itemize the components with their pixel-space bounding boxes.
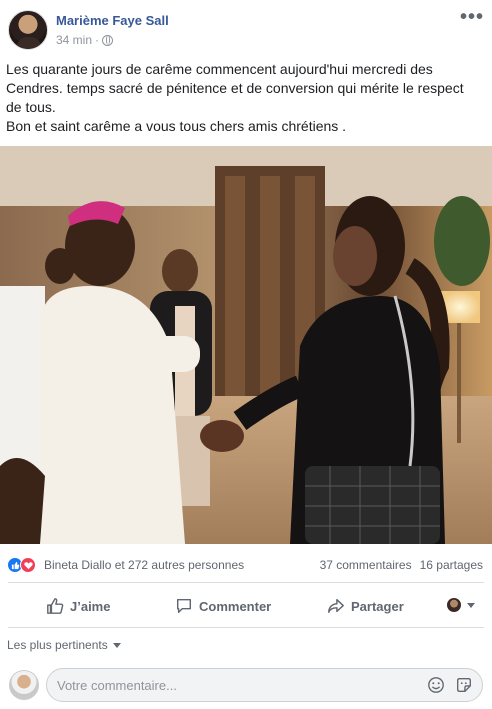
post-stats: Bineta Diallo et 272 autres personnes 37…	[0, 552, 492, 576]
reactions-summary[interactable]: Bineta Diallo et 272 autres personnes	[44, 558, 244, 572]
like-button[interactable]: J’aime	[46, 586, 110, 626]
thumbs-up-icon	[47, 598, 64, 614]
divider	[8, 627, 484, 628]
post-time[interactable]: 34 min	[56, 33, 92, 47]
divider	[8, 582, 484, 583]
share-as-selector[interactable]	[447, 598, 475, 612]
chevron-down-icon	[112, 642, 121, 648]
meta-separator: ·	[95, 33, 100, 47]
share-icon	[328, 598, 344, 614]
counts: 37 commentaires 16 partages	[320, 558, 483, 572]
love-icon	[20, 557, 36, 573]
action-bar: J’aime Commenter Partager	[0, 586, 492, 626]
author-name[interactable]: Marième Faye Sall	[56, 13, 169, 28]
author-avatar[interactable]	[8, 10, 48, 50]
photo-illustration	[0, 146, 492, 544]
share-label: Partager	[351, 598, 404, 614]
comment-icon	[176, 598, 192, 614]
post-text-line: Bon et saint carême a vous tous chers am…	[6, 118, 347, 134]
post-text-line: Les quarante jours de carême commencent …	[6, 61, 464, 115]
sort-label: Les plus pertinents	[7, 638, 108, 652]
more-options-icon[interactable]: •••	[460, 6, 484, 29]
comment-label: Commenter	[199, 598, 272, 614]
shares-count[interactable]: 16 partages	[420, 558, 483, 572]
emoji-icon[interactable]	[427, 676, 445, 694]
comment-sort-dropdown[interactable]: Les plus pertinents	[7, 638, 121, 652]
comment-composer	[0, 664, 492, 704]
post-meta: 34 min ·	[56, 33, 114, 47]
like-label: J’aime	[70, 598, 111, 614]
sticker-icon[interactable]	[455, 676, 473, 694]
user-avatar[interactable]	[9, 670, 39, 700]
comments-count[interactable]: 37 commentaires	[320, 558, 412, 572]
comment-input[interactable]	[46, 668, 483, 702]
post-header: Marième Faye Sall 34 min · •••	[0, 0, 492, 56]
profile-mini-avatar	[447, 598, 461, 612]
post-text: Les quarante jours de carême commencent …	[6, 60, 480, 136]
post-photo[interactable]	[0, 146, 492, 544]
comment-button[interactable]: Commenter	[175, 586, 271, 626]
chevron-down-icon	[467, 602, 475, 608]
share-button[interactable]: Partager	[327, 586, 404, 626]
reaction-icons[interactable]	[7, 557, 36, 573]
globe-icon[interactable]	[102, 34, 114, 46]
